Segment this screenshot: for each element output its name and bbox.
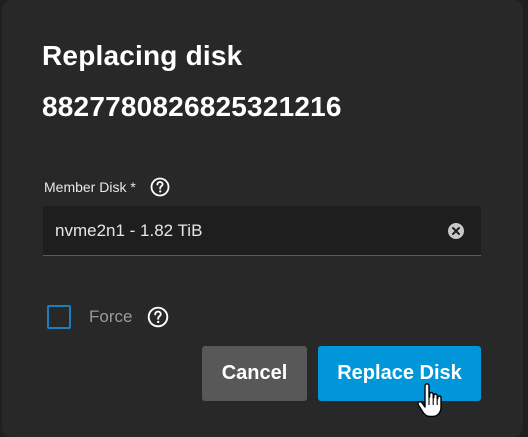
force-checkbox[interactable] [47,305,71,329]
hand-pointer-icon [416,383,444,419]
clear-circle-icon[interactable] [447,222,465,240]
force-label: Force [89,307,133,326]
member-disk-value: nvme2n1 - 1.82 TiB [55,221,203,240]
help-circle-icon[interactable] [147,306,169,328]
replace-disk-dialog: Replacing disk 8827780826825321216 Membe… [2,0,523,437]
help-circle-icon[interactable] [150,177,170,197]
disk-identifier: 8827780826825321216 [42,91,342,122]
replace-disk-button[interactable]: Replace Disk [318,346,481,401]
member-disk-label: Member Disk * [44,179,136,195]
member-disk-select[interactable]: nvme2n1 - 1.82 TiB [43,206,481,256]
dialog-title: Replacing disk [42,40,243,71]
member-disk-label-row: Member Disk * [44,177,170,197]
cancel-button[interactable]: Cancel [202,346,307,401]
